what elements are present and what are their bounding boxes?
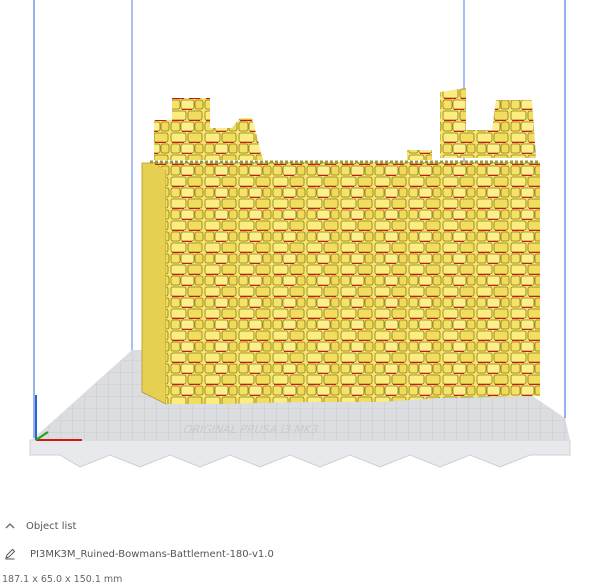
- 3d-viewport[interactable]: ORIGINAL PRUSA i3 MK3: [0, 0, 600, 510]
- build-volume-scene[interactable]: ORIGINAL PRUSA i3 MK3: [0, 0, 600, 510]
- object-list-item[interactable]: PI3MK3M_Ruined-Bowmans-Battlement-180-v1…: [4, 548, 274, 560]
- chevron-up-icon[interactable]: [4, 520, 16, 532]
- object-name: PI3MK3M_Ruined-Bowmans-Battlement-180-v1…: [30, 548, 274, 560]
- object-list-panel: Object list PI3MK3M_Ruined-Bowmans-Battl…: [0, 510, 600, 585]
- pencil-icon[interactable]: [4, 548, 16, 560]
- object-list-label: Object list: [26, 520, 77, 532]
- battlement-model[interactable]: [141, 88, 540, 405]
- plate-logo: ORIGINAL PRUSA i3 MK3: [181, 422, 320, 436]
- object-dimensions-value: 187.1 x 65.0 x 150.1 mm: [2, 574, 123, 585]
- object-list-header[interactable]: Object list: [4, 520, 76, 532]
- object-dimensions: 187.1 x 65.0 x 150.1 mm: [2, 574, 122, 585]
